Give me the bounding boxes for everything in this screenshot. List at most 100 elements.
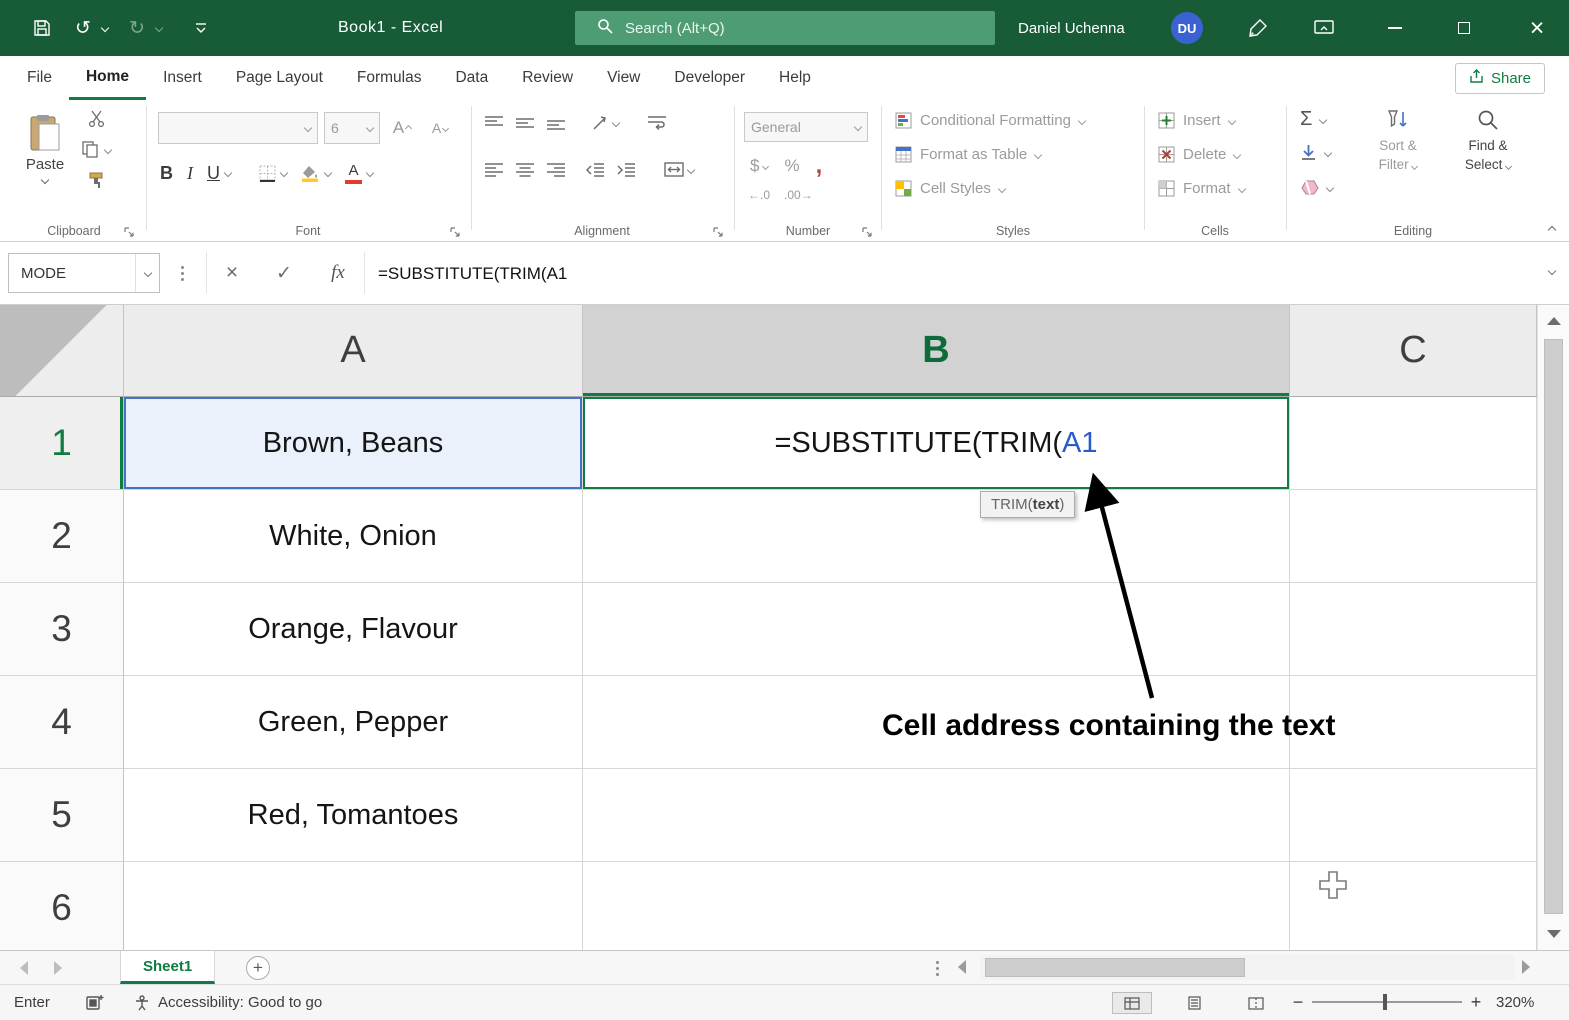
next-sheet-icon[interactable] xyxy=(54,961,62,975)
minimize-button[interactable] xyxy=(1372,0,1418,56)
horizontal-scroll-thumb[interactable] xyxy=(985,958,1245,977)
format-as-table-button[interactable]: Format as Table xyxy=(895,146,1043,163)
cell-C3[interactable] xyxy=(1290,583,1537,676)
row-header-6[interactable]: 6 xyxy=(0,862,124,950)
ribbon-display-options-icon[interactable] xyxy=(1306,12,1342,44)
page-break-preview-icon[interactable] xyxy=(1236,992,1276,1014)
wrap-text-icon[interactable] xyxy=(648,115,666,130)
borders-button[interactable] xyxy=(259,165,289,182)
row-header-4[interactable]: 4 xyxy=(0,676,124,769)
tab-home[interactable]: Home xyxy=(68,56,147,100)
redo-icon[interactable]: ↻ xyxy=(124,12,150,44)
number-dialog-launcher-icon[interactable] xyxy=(862,225,874,237)
cell-B6[interactable] xyxy=(583,862,1290,950)
select-all-corner[interactable] xyxy=(0,305,124,397)
scroll-up-icon[interactable] xyxy=(1538,305,1569,337)
undo-dropdown-icon[interactable] xyxy=(98,12,112,44)
copy-icon[interactable] xyxy=(82,141,113,158)
paste-button[interactable]: Paste xyxy=(16,108,74,210)
cell-C6[interactable] xyxy=(1290,862,1537,950)
increase-decimal-icon[interactable]: ←.0 xyxy=(748,188,770,202)
undo-icon[interactable]: ↺ xyxy=(70,12,96,44)
tab-help[interactable]: Help xyxy=(762,56,828,100)
scroll-down-icon[interactable] xyxy=(1538,918,1569,950)
merge-center-icon[interactable] xyxy=(664,162,696,177)
align-left-icon[interactable] xyxy=(485,162,503,177)
page-layout-view-icon[interactable] xyxy=(1174,992,1214,1014)
align-right-icon[interactable] xyxy=(547,162,565,177)
tab-review[interactable]: Review xyxy=(505,56,590,100)
name-box-splitter[interactable] xyxy=(178,260,186,286)
row-header-3[interactable]: 3 xyxy=(0,583,124,676)
align-top-icon[interactable] xyxy=(485,115,503,130)
accessibility-status[interactable]: Accessibility: Good to go xyxy=(134,985,322,1020)
align-middle-icon[interactable] xyxy=(516,116,534,130)
zoom-level[interactable]: 320% xyxy=(1496,985,1534,1020)
format-cells-button[interactable]: Format xyxy=(1158,180,1246,197)
collapse-ribbon-icon[interactable] xyxy=(1547,225,1557,235)
prev-sheet-icon[interactable] xyxy=(20,961,28,975)
clipboard-dialog-launcher-icon[interactable] xyxy=(124,225,136,237)
cell-styles-button[interactable]: Cell Styles xyxy=(895,180,1007,197)
column-header-B[interactable]: B xyxy=(583,305,1290,397)
decrease-indent-icon[interactable] xyxy=(586,162,604,177)
close-button[interactable]: × xyxy=(1514,0,1560,56)
vertical-scrollbar[interactable] xyxy=(1537,305,1569,950)
name-box[interactable]: MODE xyxy=(8,253,160,293)
underline-button[interactable]: U xyxy=(207,163,233,184)
tabs-splitter[interactable] xyxy=(932,957,942,979)
sheet-tab-sheet1[interactable]: Sheet1 xyxy=(120,951,216,984)
tab-page-layout[interactable]: Page Layout xyxy=(219,56,340,100)
search-box[interactable]: Search (Alt+Q) xyxy=(575,11,995,45)
cell-B5[interactable] xyxy=(583,769,1290,862)
font-size-combo[interactable]: 6 xyxy=(324,112,380,144)
align-center-icon[interactable] xyxy=(516,162,534,177)
decrease-decimal-icon[interactable]: .00→ xyxy=(784,188,813,202)
grow-font-icon[interactable]: A xyxy=(386,112,418,144)
cell-A1[interactable]: Brown, Beans xyxy=(124,397,583,490)
font-dialog-launcher-icon[interactable] xyxy=(450,225,462,237)
redo-dropdown-icon[interactable] xyxy=(152,12,166,44)
horizontal-scrollbar[interactable] xyxy=(980,955,1515,980)
cut-icon[interactable] xyxy=(82,110,111,127)
tab-file[interactable]: File xyxy=(10,56,69,100)
new-sheet-button[interactable]: + xyxy=(246,956,270,980)
cell-B3[interactable] xyxy=(583,583,1290,676)
maximize-button[interactable] xyxy=(1441,0,1487,56)
normal-view-icon[interactable] xyxy=(1112,992,1152,1014)
orientation-icon[interactable] xyxy=(592,114,621,131)
tab-view[interactable]: View xyxy=(590,56,657,100)
formula-input[interactable]: =SUBSTITUTE(TRIM(A1 xyxy=(378,242,567,305)
currency-format-icon[interactable]: $ xyxy=(750,156,770,176)
insert-cells-button[interactable]: Insert xyxy=(1158,112,1236,129)
format-painter-icon[interactable] xyxy=(82,172,111,189)
row-header-5[interactable]: 5 xyxy=(0,769,124,862)
cell-C2[interactable] xyxy=(1290,490,1537,583)
cell-A2[interactable]: White, Onion xyxy=(124,490,583,583)
customize-quick-access-icon[interactable] xyxy=(188,12,214,44)
row-header-2[interactable]: 2 xyxy=(0,490,124,583)
share-button[interactable]: Share xyxy=(1454,63,1545,94)
macro-record-icon[interactable] xyxy=(86,993,104,1015)
align-bottom-icon[interactable] xyxy=(547,116,565,130)
alignment-dialog-launcher-icon[interactable] xyxy=(713,225,725,237)
find-select-button[interactable]: Find & Select xyxy=(1446,108,1530,174)
confirm-entry-button[interactable]: ✓ xyxy=(266,256,302,290)
cell-B2[interactable] xyxy=(583,490,1290,583)
inking-pen-icon[interactable] xyxy=(1240,12,1276,44)
conditional-formatting-button[interactable]: Conditional Formatting xyxy=(895,112,1087,129)
tab-data[interactable]: Data xyxy=(438,56,505,100)
user-name[interactable]: Daniel Uchenna xyxy=(1018,0,1125,56)
clear-button[interactable] xyxy=(1300,180,1335,195)
column-header-C[interactable]: C xyxy=(1290,305,1537,397)
sort-filter-button[interactable]: Sort & Filter xyxy=(1356,108,1440,174)
scroll-left-icon[interactable] xyxy=(958,960,966,974)
zoom-in-button[interactable]: + xyxy=(1466,985,1486,1020)
comma-format-icon[interactable]: , xyxy=(816,152,823,180)
insert-function-button[interactable]: fx xyxy=(320,256,356,290)
tab-formulas[interactable]: Formulas xyxy=(340,56,439,100)
save-icon[interactable] xyxy=(26,12,58,44)
autosum-button[interactable]: Σ xyxy=(1300,108,1328,131)
fill-button[interactable] xyxy=(1300,144,1333,161)
cell-B1-editing[interactable]: =SUBSTITUTE(TRIM(A1 xyxy=(583,397,1290,490)
